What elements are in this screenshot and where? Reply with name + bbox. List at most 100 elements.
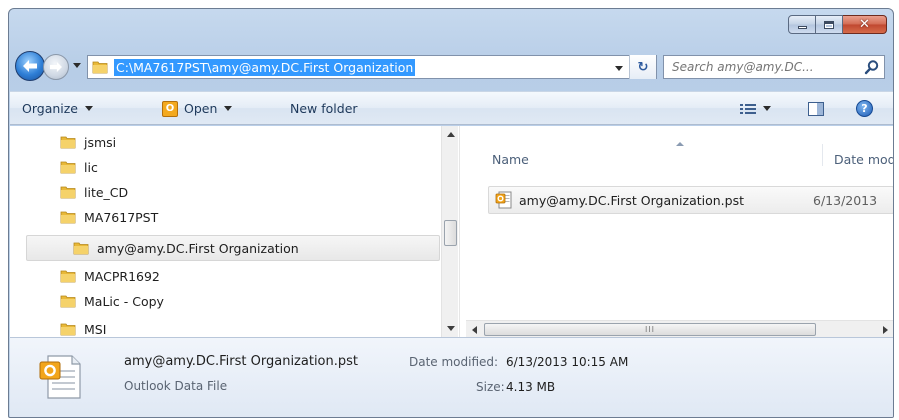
sort-ascending-icon [676, 142, 684, 146]
tree-item[interactable]: MA7617PST [60, 205, 158, 229]
folder-icon [60, 295, 76, 308]
back-arrow-icon [23, 60, 37, 72]
tree-item[interactable]: amy@amy.DC.First Organization [26, 235, 440, 261]
organize-button[interactable]: Organize [22, 92, 93, 125]
chevron-down-icon [615, 65, 623, 71]
folder-icon [73, 242, 89, 255]
forward-button[interactable] [43, 54, 69, 80]
folder-icon [60, 270, 76, 283]
explorer-window: ✕ C:\MA7617PST\amy@amy.DC.First Organiza… [8, 8, 894, 418]
navigation-vertical-scrollbar[interactable] [441, 126, 458, 337]
change-view-button[interactable] [740, 92, 771, 125]
open-button[interactable]: O Open [162, 92, 233, 125]
new-folder-label: New folder [290, 101, 358, 116]
organize-label: Organize [22, 101, 78, 116]
folder-icon [92, 61, 108, 74]
outlook-icon: O [162, 100, 178, 117]
tree-item[interactable]: MSI [60, 317, 106, 337]
refresh-icon: ↻ [637, 59, 649, 75]
outlook-pst-file-icon [39, 355, 81, 399]
scroll-up-icon [446, 132, 455, 137]
tree-item[interactable]: jsmsi [60, 130, 116, 154]
scroll-right-button[interactable] [877, 321, 893, 337]
search-icon[interactable] [864, 59, 880, 75]
preview-pane-icon [808, 101, 824, 116]
tree-item-label: MaLic - Copy [84, 293, 164, 309]
scroll-left-button[interactable] [466, 321, 483, 337]
navigation-pane: jsmsi lic lite_CD MA7617PST amy@amy.DC.First… [10, 126, 459, 337]
address-row: C:\MA7617PST\amy@amy.DC.First Organizati… [9, 49, 893, 83]
maximize-button[interactable] [816, 15, 843, 34]
close-icon: ✕ [859, 17, 870, 32]
details-pane: amy@amy.DC.First Organization.pst Outloo… [10, 337, 893, 417]
address-dropdown-button[interactable] [612, 60, 626, 76]
address-bar[interactable]: C:\MA7617PST\amy@amy.DC.First Organizati… [87, 55, 657, 79]
tree-item-label: MACPR1692 [84, 268, 160, 284]
file-row[interactable]: amy@amy.DC.First Organization.pst 6/13/2… [488, 186, 893, 214]
folder-icon [60, 136, 76, 149]
scroll-thumb[interactable] [444, 220, 457, 246]
forward-arrow-icon [50, 61, 62, 73]
tree-item[interactable]: lite_CD [60, 180, 128, 204]
maximize-icon [824, 20, 834, 29]
tree-item[interactable]: MACPR1692 [60, 264, 160, 288]
file-date-modified: 6/13/2013 [813, 193, 878, 208]
caption-buttons: ✕ [788, 15, 887, 34]
tree-item[interactable]: lic [60, 155, 98, 179]
new-folder-button[interactable]: New folder [290, 92, 358, 125]
refresh-button[interactable]: ↻ [629, 55, 656, 79]
scroll-down-button[interactable] [442, 320, 459, 337]
back-button[interactable] [15, 51, 45, 81]
file-list: Name Date mod amy@amy.DC.First Organizat… [466, 126, 893, 337]
help-icon: ? [856, 100, 873, 117]
command-bar: Organize O Open New folder ? [10, 91, 893, 125]
details-size-value: 4.13 MB [506, 380, 556, 394]
open-label: Open [184, 101, 218, 116]
tree-item[interactable]: MaLic - Copy [60, 289, 164, 313]
scroll-down-icon [446, 326, 455, 331]
minimize-button[interactable] [788, 15, 816, 34]
folder-icon [60, 161, 76, 174]
scroll-up-button[interactable] [442, 126, 459, 143]
tree-item-label: jsmsi [84, 134, 117, 150]
details-date-modified-value: 6/13/2013 10:15 AM [506, 355, 629, 369]
search-box[interactable] [663, 55, 885, 79]
folder-icon [60, 186, 76, 199]
column-header-date-modified[interactable]: Date mod [834, 152, 893, 167]
close-button[interactable]: ✕ [843, 15, 887, 34]
horizontal-scroll-thumb[interactable]: III [484, 323, 816, 336]
address-path-text[interactable]: C:\MA7617PST\amy@amy.DC.First Organizati… [114, 58, 416, 76]
column-header-name[interactable]: Name [492, 152, 529, 167]
chevron-down-icon [73, 62, 81, 68]
tree-item-label: MSI [84, 321, 107, 337]
pane-splitter[interactable] [459, 126, 465, 337]
column-divider[interactable] [822, 144, 823, 166]
minimize-icon [797, 26, 807, 29]
scroll-right-icon [883, 325, 888, 334]
tree-item-label: lite_CD [84, 184, 129, 200]
view-options-icon [740, 103, 756, 115]
chevron-down-icon [85, 106, 93, 111]
help-button[interactable]: ? [856, 92, 873, 125]
tree-item-label: MA7617PST [84, 209, 159, 225]
details-file-type: Outlook Data File [124, 379, 228, 393]
details-date-modified-label: Date modified: [409, 355, 499, 369]
folder-icon [60, 211, 76, 224]
folder-icon [60, 323, 76, 336]
chevron-down-icon [224, 106, 233, 111]
content-area: jsmsi lic lite_CD MA7617PST amy@amy.DC.First… [10, 126, 893, 337]
tree-item-label: amy@amy.DC.First Organization [97, 240, 299, 256]
scroll-grip-icon: III [644, 324, 656, 334]
file-name: amy@amy.DC.First Organization.pst [519, 192, 744, 208]
preview-pane-button[interactable] [808, 92, 824, 125]
outlook-pst-file-icon [495, 191, 512, 209]
column-header: Name Date mod [466, 126, 893, 167]
details-file-name: amy@amy.DC.First Organization.pst [124, 354, 358, 369]
search-input[interactable] [664, 60, 854, 74]
scroll-left-icon [472, 325, 477, 334]
chevron-down-icon [763, 106, 771, 111]
details-size-label: Size: [476, 380, 505, 394]
recent-pages-dropdown[interactable] [71, 58, 83, 72]
tree-item-label: lic [84, 159, 98, 175]
file-list-horizontal-scrollbar[interactable]: III [466, 320, 893, 337]
